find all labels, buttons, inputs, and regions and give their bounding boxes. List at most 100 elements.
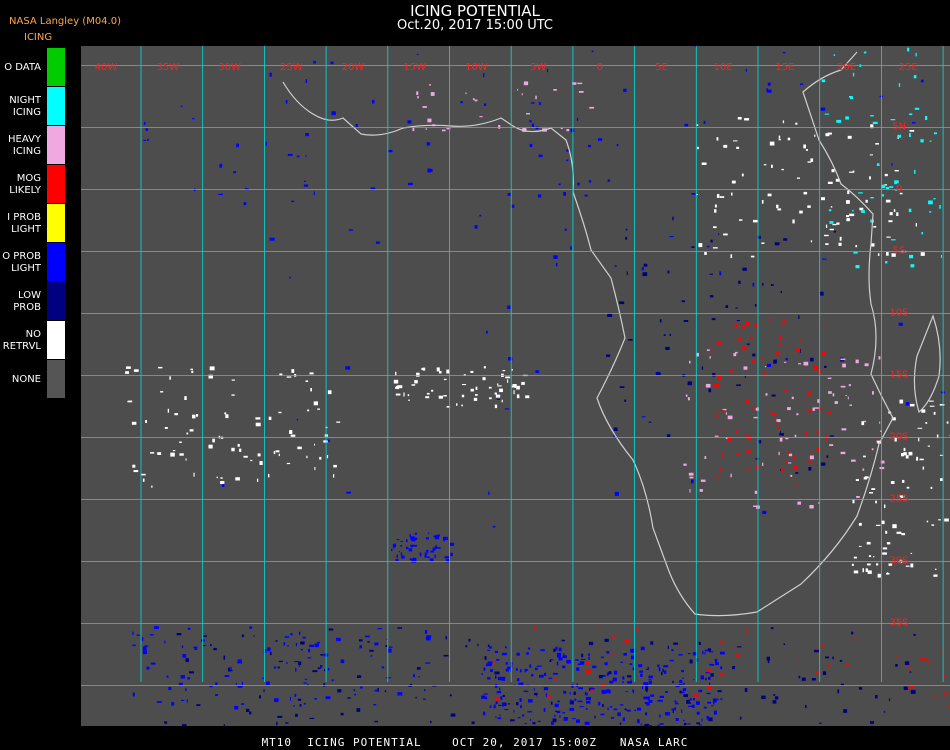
icing-pixel <box>768 318 770 322</box>
icing-pixel <box>296 155 300 158</box>
icing-pixel <box>546 694 552 697</box>
icing-pixel <box>770 627 774 630</box>
icing-pixel <box>576 719 580 723</box>
icing-pixel <box>625 691 628 693</box>
icing-pixel <box>803 144 806 149</box>
icing-pixel <box>895 664 898 667</box>
icing-pixel <box>482 377 486 381</box>
icing-pixel <box>263 689 265 693</box>
icing-pixel <box>570 246 572 250</box>
icing-pixel <box>884 504 886 509</box>
icing-pixel <box>832 223 837 226</box>
icing-pixel <box>715 415 718 418</box>
icing-pixel <box>909 113 913 116</box>
icing-pixel <box>879 467 885 470</box>
icing-pixel <box>496 691 502 694</box>
icing-pixel <box>708 388 712 393</box>
icing-pixel <box>779 433 784 436</box>
icing-pixel <box>870 721 874 724</box>
icing-pixel <box>474 225 478 229</box>
icing-pixel <box>588 180 592 183</box>
icing-pixel <box>886 252 889 256</box>
icing-pixel <box>180 675 185 679</box>
icing-pixel <box>920 139 924 143</box>
icing-pixel <box>638 664 643 668</box>
icing-pixel <box>641 267 644 271</box>
icing-pixel <box>166 675 169 678</box>
icing-pixel <box>681 669 684 673</box>
icing-pixel <box>243 455 248 458</box>
icing-pixel <box>691 704 695 708</box>
icing-pixel <box>495 701 498 705</box>
icing-pixel <box>326 455 329 459</box>
legend-label: NONE <box>11 373 41 385</box>
icing-pixel <box>641 416 646 418</box>
icing-pixel <box>289 276 291 279</box>
icing-pixel <box>483 73 485 78</box>
icing-pixel <box>277 715 283 718</box>
icing-pixel <box>824 365 827 368</box>
icing-pixel <box>266 681 270 686</box>
icing-pixel <box>745 321 750 325</box>
icing-pixel <box>791 396 794 400</box>
icing-pixel <box>906 486 910 489</box>
icing-pixel <box>388 149 393 153</box>
icing-pixel <box>762 282 764 286</box>
icing-pixel <box>828 209 832 212</box>
icing-pixel <box>586 692 588 696</box>
icing-pixel <box>709 273 714 275</box>
icing-pixel <box>277 666 280 669</box>
icing-pixel <box>291 369 295 373</box>
icing-pixel <box>733 140 738 142</box>
icing-pixel <box>910 264 915 268</box>
icing-pixel <box>746 630 748 634</box>
icing-pixel <box>535 694 537 697</box>
icing-pixel <box>867 570 872 574</box>
icing-pixel <box>859 687 863 690</box>
icing-pixel <box>862 468 865 471</box>
icing-pixel <box>413 674 415 678</box>
icing-pixel <box>493 704 496 709</box>
icing-pixel <box>393 547 395 549</box>
icing-pixel <box>527 647 531 650</box>
legend-swatch <box>47 282 65 321</box>
icing-pixel <box>517 88 519 91</box>
icing-pixel <box>539 674 544 678</box>
icing-pixel <box>305 133 309 137</box>
icing-pixel <box>619 301 625 305</box>
icing-pixel <box>836 119 842 123</box>
icing-pixel <box>585 708 588 710</box>
icing-pixel <box>667 645 669 649</box>
product-label: ICING <box>24 32 53 43</box>
icing-pixel <box>566 149 569 152</box>
legend-item: NO RETRVL <box>0 321 66 360</box>
icing-pixel <box>737 117 742 120</box>
icing-pixel <box>931 524 935 526</box>
icing-pixel <box>481 695 486 699</box>
icing-pixel <box>814 407 819 409</box>
icing-pixel <box>190 368 193 370</box>
icing-pixel <box>878 356 881 360</box>
icing-pixel <box>710 673 714 677</box>
icing-pixel <box>194 646 198 650</box>
icing-pixel <box>746 343 750 345</box>
icing-pixel <box>403 392 405 397</box>
icing-pixel <box>511 369 513 371</box>
icing-pixel <box>683 723 687 726</box>
icing-pixel <box>886 542 891 545</box>
icing-pixel <box>879 421 881 424</box>
icing-pixel <box>461 404 463 407</box>
icing-pixel <box>728 437 731 442</box>
icing-pixel <box>340 712 344 716</box>
icing-pixel <box>796 177 800 179</box>
icing-pixel <box>674 707 677 709</box>
icing-pixel <box>706 349 710 351</box>
icing-pixel <box>273 666 277 669</box>
icing-pixel <box>151 485 153 488</box>
icing-pixel <box>517 717 521 719</box>
icing-pixel <box>820 291 824 296</box>
icing-pixel <box>426 635 432 638</box>
icing-pixel <box>485 696 488 700</box>
icing-pixel <box>905 402 910 406</box>
icing-pixel <box>784 389 788 392</box>
